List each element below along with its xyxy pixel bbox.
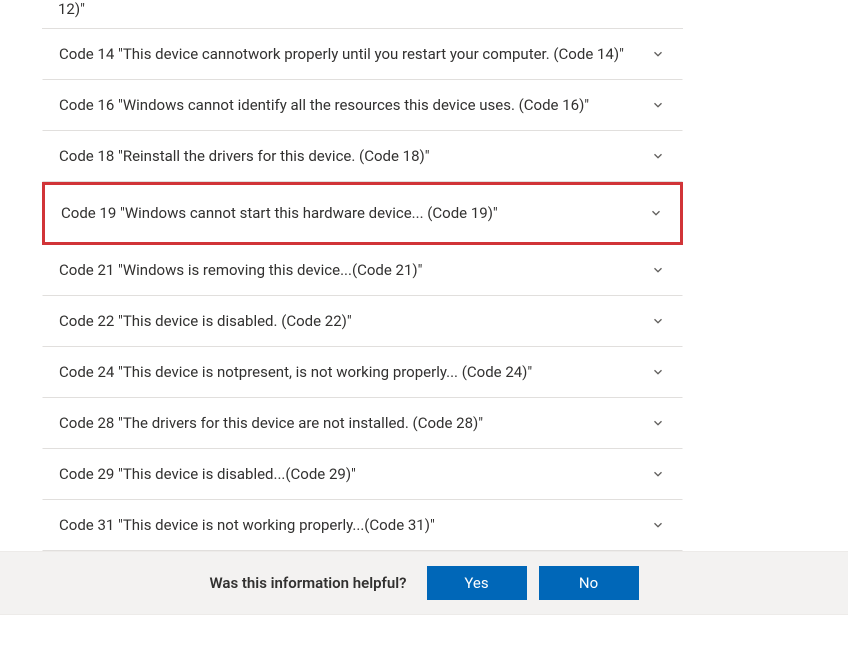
accordion-item-label: Code 16 "Windows cannot identify all the… [59, 95, 638, 116]
accordion-item-partial: 12)" [42, 0, 683, 29]
chevron-down-icon [650, 517, 666, 533]
accordion-item[interactable]: Code 29 "This device is disabled...(Code… [42, 449, 683, 500]
chevron-down-icon [650, 313, 666, 329]
chevron-down-icon [650, 46, 666, 62]
accordion-item[interactable]: Code 18 "Reinstall the drivers for this … [42, 131, 683, 182]
accordion-list: Code 14 "This device cannotwork properly… [42, 29, 683, 551]
feedback-question: Was this information helpful? [209, 574, 406, 592]
chevron-down-icon [650, 262, 666, 278]
chevron-down-icon [650, 148, 666, 164]
accordion-item[interactable]: Code 28 "The drivers for this device are… [42, 398, 683, 449]
accordion-item-label: Code 28 "The drivers for this device are… [59, 413, 638, 434]
chevron-down-icon [650, 364, 666, 380]
accordion-item-label: Code 22 "This device is disabled. (Code … [59, 311, 638, 332]
feedback-buttons: Yes No [427, 566, 639, 600]
chevron-down-icon [648, 205, 664, 221]
accordion-item-label: Code 18 "Reinstall the drivers for this … [59, 146, 638, 167]
accordion-item[interactable]: Code 24 "This device is notpresent, is n… [42, 347, 683, 398]
accordion-item-partial-text: 12)" [58, 0, 85, 18]
chevron-down-icon [650, 97, 666, 113]
accordion-item[interactable]: Code 21 "Windows is removing this device… [42, 245, 683, 296]
feedback-bar: Was this information helpful? Yes No [0, 551, 848, 615]
accordion-item-label: Code 24 "This device is notpresent, is n… [59, 362, 638, 383]
accordion-item-label: Code 31 "This device is not working prop… [59, 515, 638, 536]
accordion-item[interactable]: Code 16 "Windows cannot identify all the… [42, 80, 683, 131]
feedback-yes-button[interactable]: Yes [427, 566, 527, 600]
accordion-item[interactable]: Code 19 "Windows cannot start this hardw… [42, 182, 683, 245]
chevron-down-icon [650, 466, 666, 482]
accordion-item-label: Code 21 "Windows is removing this device… [59, 260, 638, 281]
feedback-no-button[interactable]: No [539, 566, 639, 600]
accordion-item[interactable]: Code 31 "This device is not working prop… [42, 500, 683, 551]
chevron-down-icon [650, 415, 666, 431]
accordion-item[interactable]: Code 22 "This device is disabled. (Code … [42, 296, 683, 347]
accordion-item-label: Code 14 "This device cannotwork properly… [59, 44, 638, 65]
accordion-item-label: Code 29 "This device is disabled...(Code… [59, 464, 638, 485]
accordion-item-label: Code 19 "Windows cannot start this hardw… [61, 203, 636, 224]
accordion-item[interactable]: Code 14 "This device cannotwork properly… [42, 29, 683, 80]
feedback-inner: Was this information helpful? Yes No [209, 566, 638, 600]
